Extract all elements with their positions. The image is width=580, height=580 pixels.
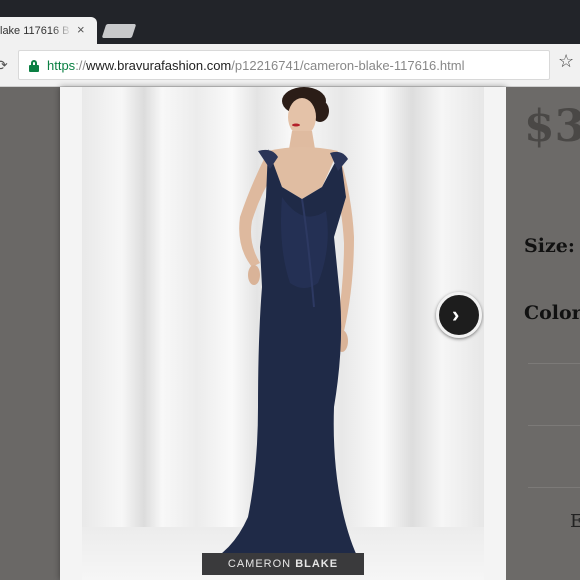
model-in-gown-image [202,87,362,565]
product-info-panel: $39 Size: Color: E [506,87,580,580]
reload-icon[interactable]: ⟳ [0,57,8,74]
option-divider [528,363,580,364]
color-label: Color: [524,302,580,324]
browser-tab[interactable]: lake 117616 Brav × [0,17,97,44]
url-host: www.bravurafashion.com [86,58,232,73]
brand-label: CAMERON BLAKE [202,558,364,570]
bookmark-star-icon[interactable]: ☆ [558,51,574,71]
product-photo: CAMERON BLAKE › [82,87,484,580]
brand-name-second: BLAKE [295,558,339,570]
brand-name-first: CAMERON [227,558,292,570]
url-text: https://www.bravurafashion.com/p12216741… [47,58,464,73]
product-price: $39 [524,101,580,152]
browser-toolbar: ⟳ https://www.bravurafashion.com/p122167… [0,44,580,87]
lock-icon [29,60,39,72]
next-image-button[interactable]: › [436,292,482,338]
address-bar[interactable]: https://www.bravurafashion.com/p12216741… [18,50,550,80]
close-icon[interactable]: × [77,23,85,37]
chevron-right-icon: › [452,302,460,327]
image-lightbox: CAMERON BLAKE › [60,87,506,580]
tab-strip: lake 117616 Brav × [0,0,580,44]
web-page: CAMERON BLAKE › $39 Size: Color: E [0,87,580,580]
url-path: /p12216741/cameron-blake-117616.html [231,58,465,73]
new-tab-button[interactable] [101,24,137,38]
url-scheme: https [47,58,76,73]
brand-label-plate: CAMERON BLAKE [202,553,364,575]
page-backdrop [0,87,60,580]
option-divider [528,487,580,488]
tab-title-fade [52,21,72,41]
size-label: Size: [524,235,575,257]
option-divider [528,425,580,426]
url-separator: :// [75,58,87,73]
cut-off-text: E [570,511,580,532]
